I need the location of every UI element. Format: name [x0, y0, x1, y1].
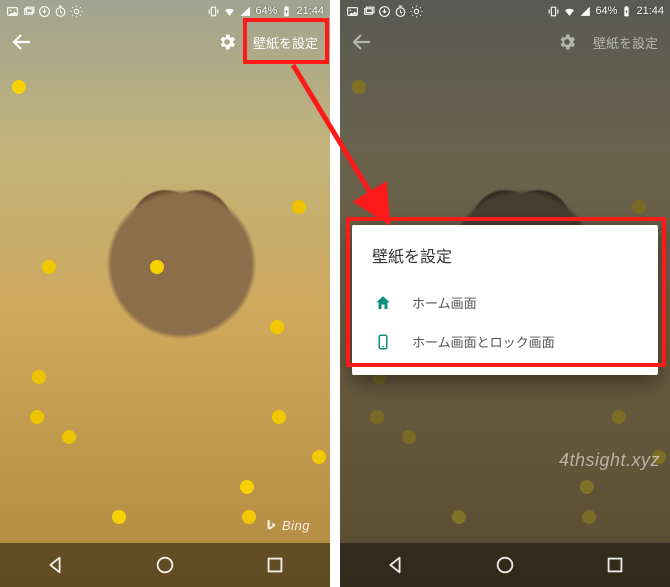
clock-text: 21:44 — [296, 5, 324, 17]
dialog-option-label: ホーム画面とロック画面 — [412, 332, 555, 351]
back-button[interactable] — [350, 30, 374, 54]
wifi-icon — [563, 5, 576, 18]
home-icon — [374, 294, 392, 312]
wallpaper-preview — [0, 0, 330, 587]
settings-button[interactable] — [557, 32, 577, 52]
wifi-icon — [223, 5, 236, 18]
android-nav-bar — [340, 543, 670, 587]
settings-status-icon — [410, 5, 423, 18]
dialog-option-home-and-lock[interactable]: ホーム画面とロック画面 — [372, 322, 638, 361]
dialog-option-home[interactable]: ホーム画面 — [372, 283, 638, 322]
stack-icon — [22, 5, 35, 18]
nav-recent-button[interactable] — [604, 554, 626, 576]
phone-screenshot-right: 64% 21:44 壁紙を設定 壁紙を設定 ホーム画面 ホーム画 — [340, 0, 670, 587]
download-icon — [38, 5, 51, 18]
timer-icon — [394, 5, 407, 18]
status-bar: 64% 21:44 — [340, 0, 670, 22]
vibrate-icon — [547, 5, 560, 18]
set-wallpaper-dialog: 壁紙を設定 ホーム画面 ホーム画面とロック画面 — [352, 225, 658, 375]
android-nav-bar — [0, 543, 330, 587]
cell-signal-icon — [579, 5, 592, 18]
phone-screenshot-left: 64% 21:44 壁紙を設定 Bing — [0, 0, 330, 587]
phone-icon — [374, 333, 392, 351]
nav-home-button[interactable] — [494, 554, 516, 576]
battery-icon — [620, 5, 633, 18]
settings-status-icon — [70, 5, 83, 18]
battery-icon — [280, 5, 293, 18]
vibrate-icon — [207, 5, 220, 18]
set-wallpaper-button[interactable]: 壁紙を設定 — [251, 27, 320, 58]
battery-text: 64% — [595, 5, 617, 17]
app-bar: 壁紙を設定 — [340, 22, 670, 62]
clock-text: 21:44 — [636, 5, 664, 17]
download-icon — [378, 5, 391, 18]
nav-back-button[interactable] — [384, 554, 406, 576]
dialog-title: 壁紙を設定 — [372, 243, 638, 267]
nav-back-button[interactable] — [44, 554, 66, 576]
nav-home-button[interactable] — [154, 554, 176, 576]
status-bar: 64% 21:44 — [0, 0, 330, 22]
image-icon — [346, 5, 359, 18]
settings-button[interactable] — [217, 32, 237, 52]
bing-attribution: Bing — [264, 518, 310, 533]
battery-text: 64% — [255, 5, 277, 17]
timer-icon — [54, 5, 67, 18]
image-icon — [6, 5, 19, 18]
cell-signal-icon — [239, 5, 252, 18]
back-button[interactable] — [10, 30, 34, 54]
app-bar: 壁紙を設定 — [0, 22, 330, 62]
stack-icon — [362, 5, 375, 18]
set-wallpaper-button[interactable]: 壁紙を設定 — [591, 27, 660, 58]
nav-recent-button[interactable] — [264, 554, 286, 576]
dialog-option-label: ホーム画面 — [412, 293, 477, 312]
